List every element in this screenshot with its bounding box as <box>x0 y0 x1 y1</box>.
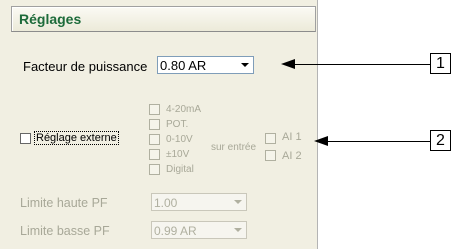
limit-low-label: Limite basse PF <box>20 224 110 238</box>
chevron-down-icon[interactable] <box>231 223 245 237</box>
section-title: Réglages <box>19 11 82 27</box>
option-pm10v-checkbox[interactable] <box>149 149 160 160</box>
option-digital-checkbox[interactable] <box>149 164 160 175</box>
option-0-10v-label: 0-10V <box>166 134 193 145</box>
callout-arrow-icon <box>314 136 328 146</box>
chevron-down-icon[interactable] <box>238 58 252 72</box>
limit-high-value: 1.00 <box>154 196 178 210</box>
section-header: Réglages <box>11 6 316 32</box>
input-selector-label: sur entrée <box>211 142 257 153</box>
option-digital-label: Digital <box>166 164 194 175</box>
external-setting-label[interactable]: Réglage externe <box>34 131 119 145</box>
callout-arrow-icon <box>281 59 295 69</box>
callout-line <box>294 64 430 65</box>
option-pot-checkbox[interactable] <box>149 119 160 130</box>
option-pot-label: POT. <box>166 119 189 130</box>
external-setting-checkbox[interactable] <box>20 133 31 144</box>
input-ai2-checkbox[interactable] <box>265 150 276 161</box>
callout-box-2: 2 <box>430 130 451 151</box>
power-factor-value: 0.80 AR <box>160 58 207 73</box>
option-4-20ma-checkbox[interactable] <box>149 104 160 115</box>
limit-high-label: Limite haute PF <box>20 196 108 210</box>
input-ai1-checkbox[interactable] <box>265 133 276 144</box>
option-4-20ma-label: 4-20mA <box>166 104 202 115</box>
chevron-down-icon[interactable] <box>231 195 245 209</box>
callout-line <box>327 141 430 142</box>
limit-high-select[interactable]: 1.00 <box>151 193 247 211</box>
input-ai2-label: AI 2 <box>282 150 302 162</box>
input-ai1-label: AI 1 <box>282 131 302 143</box>
limit-low-select[interactable]: 0.99 AR <box>151 221 247 239</box>
callout-box-1: 1 <box>430 53 451 74</box>
power-factor-label: Facteur de puissance <box>23 59 148 74</box>
option-pm10v-label: ±10V <box>166 149 190 160</box>
limit-low-value: 0.99 AR <box>154 224 197 238</box>
power-factor-select[interactable]: 0.80 AR <box>157 56 254 74</box>
option-0-10v-checkbox[interactable] <box>149 134 160 145</box>
settings-panel: Réglages Facteur de puissance 0.80 AR 4-… <box>0 0 318 249</box>
